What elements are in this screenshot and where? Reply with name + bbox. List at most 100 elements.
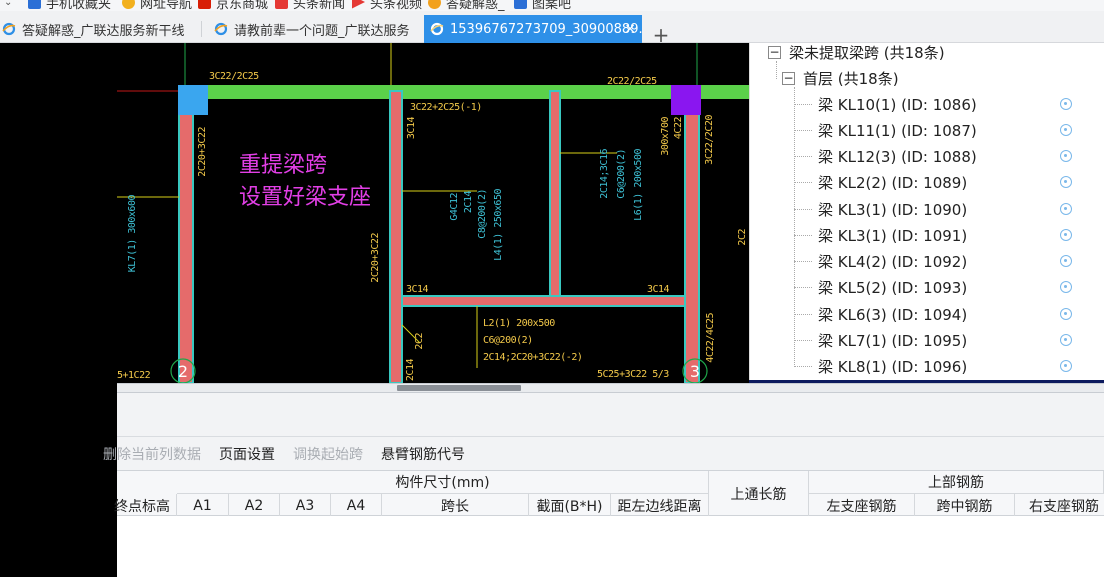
column-a4[interactable]: A4 — [331, 494, 382, 517]
close-icon[interactable]: × — [624, 21, 636, 37]
tree-guide — [794, 286, 812, 288]
cad-label: L2(1) 200x500 — [483, 318, 555, 329]
cad-label: KL7(1) 300x600 — [127, 195, 138, 273]
cad-label: 2C20+3C22 — [370, 233, 381, 283]
fav-item-jd[interactable]: 京东商城 — [198, 0, 269, 11]
tree-node-label: 梁未提取梁跨 (共18条) — [789, 43, 945, 62]
tree-item[interactable]: 梁 KL10(1) (ID: 1086) — [794, 93, 977, 115]
column-a2[interactable]: A2 — [229, 494, 280, 517]
left-black-margin — [0, 43, 117, 577]
tree-guide — [794, 260, 812, 262]
column-top-through[interactable]: 上通长筋 — [709, 471, 809, 517]
folder-icon — [28, 0, 41, 9]
cad-label: 5C25+3C22 5/3 — [597, 369, 669, 380]
pane-splitter[interactable] — [117, 383, 1104, 393]
tree-node-root[interactable]: − 梁未提取梁跨 (共18条) — [768, 43, 945, 63]
tree-item[interactable]: 梁 KL3(1) (ID: 1091) — [794, 224, 967, 246]
tree-item[interactable]: 梁 KL2(2) (ID: 1089) — [794, 171, 967, 193]
fav-item-mobile[interactable]: 手机收藏夹 — [28, 0, 112, 11]
column-section[interactable]: 截面(B*H) — [529, 494, 611, 517]
tree-node-floor[interactable]: − 首层 (共18条) — [782, 67, 899, 89]
cad-label: 4C22 — [673, 117, 684, 140]
fav-item-qa[interactable]: 答疑解惑_ — [428, 0, 505, 11]
cad-label: L4(1) 250x650 — [493, 189, 504, 261]
swap-start-span-button[interactable]: 调换起始跨 — [293, 444, 363, 464]
tree-item[interactable]: 梁 KL8(1) (ID: 1096) — [794, 355, 967, 377]
fav-item-video[interactable]: 头条视频 — [352, 0, 422, 11]
tree-item[interactable]: 梁 KL7(1) (ID: 1095) — [794, 329, 967, 351]
annotation-line-1: 重提梁跨 — [239, 153, 328, 178]
column-mid-span[interactable]: 跨中钢筋 — [915, 494, 1015, 517]
tree-node-label: 首层 (共18条) — [803, 69, 899, 88]
tree-guide — [794, 365, 812, 367]
splitter-handle[interactable] — [397, 385, 521, 391]
locate-icon[interactable] — [1060, 360, 1072, 372]
tree-guide — [794, 234, 812, 236]
rebar-table-header: 构件尺寸(mm) 上通长筋 上部钢筋 终点标高 A1 A2 A3 A4 跨长 截… — [114, 470, 1104, 517]
tab-qa[interactable]: 答疑解惑_广联达服务新干线 — [0, 15, 202, 43]
cantilever-code-button[interactable]: 悬臂钢筋代号 — [381, 444, 465, 464]
tab-image-active[interactable]: 15396767273709_30900889... × — [424, 15, 642, 43]
tree-item[interactable]: 梁 KL12(3) (ID: 1088) — [794, 145, 977, 167]
cad-label: 2C2 — [737, 229, 748, 246]
fav-item-image[interactable]: 图案吧 — [514, 0, 572, 11]
column-group-size: 构件尺寸(mm) — [177, 471, 709, 494]
cad-label: 3C22/2C25 — [209, 71, 259, 82]
fav-label: 京东商城 — [216, 0, 269, 11]
locate-icon[interactable] — [1060, 281, 1072, 293]
fav-item-nav[interactable]: 网址导航 — [122, 0, 193, 11]
locate-icon[interactable] — [1060, 308, 1072, 320]
delete-column-data-button[interactable]: 删除当前列数据 — [103, 444, 201, 464]
column-span-length[interactable]: 跨长 — [382, 494, 529, 517]
tree-item-label: 梁 KL6(3) (ID: 1094) — [818, 305, 968, 324]
tree-item-label: 梁 KL2(2) (ID: 1089) — [818, 173, 968, 192]
axis-label-2: 2 — [178, 362, 188, 381]
collapse-toggle[interactable]: − — [782, 71, 795, 85]
tree-item[interactable]: 梁 KL5(2) (ID: 1093) — [794, 276, 967, 298]
cad-viewport[interactable]: 2 3 3C22/2C25 3C22+2C25(-1) 2C22/2C25 2C… — [117, 43, 749, 383]
tab-question[interactable]: 请教前辈一个问题_广联达服务 — [208, 15, 422, 43]
image-icon — [514, 0, 527, 9]
ie-icon — [428, 0, 441, 9]
cad-label: 2C2 — [414, 333, 425, 350]
favorites-bar: ⌄ 手机收藏夹 网址导航 京东商城 头条新闻 头条视频 答疑解惑_ 图案吧 — [0, 0, 1104, 11]
tab-label: 请教前辈一个问题_广联达服务 — [234, 23, 410, 39]
column-a3[interactable]: A3 — [280, 494, 331, 517]
middle-beam — [389, 90, 403, 383]
fav-label: 图案吧 — [532, 0, 572, 11]
locate-icon[interactable] — [1060, 255, 1072, 267]
locate-icon[interactable] — [1060, 98, 1072, 110]
cad-label: 2C14;2C20+3C22(-2) — [483, 352, 583, 363]
locate-icon[interactable] — [1060, 229, 1072, 241]
tab-label: 15396767273709_30900889... — [450, 21, 642, 37]
locate-icon[interactable] — [1060, 334, 1072, 346]
fav-item-news[interactable]: 头条新闻 — [275, 0, 345, 11]
column-a1[interactable]: A1 — [177, 494, 229, 517]
column-distance-left[interactable]: 距左边线距离 — [611, 494, 709, 517]
locate-icon[interactable] — [1060, 203, 1072, 215]
tree-guide — [794, 155, 812, 157]
collapse-toggle[interactable]: − — [768, 45, 781, 59]
fav-label: 网址导航 — [140, 0, 193, 11]
fav-label: 手机收藏夹 — [46, 0, 112, 11]
locate-icon[interactable] — [1060, 150, 1072, 162]
ie-icon — [2, 22, 16, 36]
tree-guide — [794, 103, 812, 105]
tree-item[interactable]: 梁 KL4(2) (ID: 1092) — [794, 250, 967, 272]
column-right-support[interactable]: 右支座钢筋 — [1015, 494, 1104, 517]
tree-guide — [794, 339, 812, 341]
tree-item[interactable]: 梁 KL11(1) (ID: 1087) — [794, 119, 977, 141]
column-end-elevation[interactable]: 终点标高 — [114, 494, 177, 517]
locate-icon[interactable] — [1060, 124, 1072, 136]
locate-icon[interactable] — [1060, 176, 1072, 188]
axis-label-3: 3 — [690, 362, 700, 381]
tree-item[interactable]: 梁 KL6(3) (ID: 1094) — [794, 303, 967, 325]
cad-label: 2C14 — [463, 191, 474, 214]
chevron-down-icon: ⌄ — [4, 0, 13, 8]
fav-chevron[interactable]: ⌄ — [4, 0, 12, 10]
page-setup-button[interactable]: 页面设置 — [219, 444, 275, 464]
tree-item[interactable]: 梁 KL3(1) (ID: 1090) — [794, 198, 967, 220]
jd-icon — [198, 0, 211, 9]
column-left-support[interactable]: 左支座钢筋 — [809, 494, 915, 517]
left-beam — [178, 98, 194, 383]
